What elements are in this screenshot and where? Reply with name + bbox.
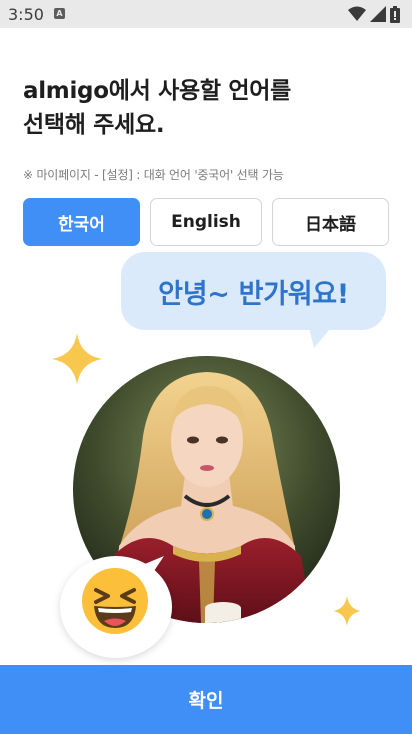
emoji-badge-tail (140, 556, 164, 580)
confirm-button[interactable]: 확인 (0, 665, 412, 734)
battery-icon (390, 6, 400, 23)
page-title: almigo에서 사용할 언어를 선택해 주세요. (23, 78, 292, 138)
language-hint: ※ 마이페이지 - [설정] : 대화 언어 '중국어' 선택 가능 (23, 168, 284, 182)
language-button-korean[interactable]: 한국어 (23, 198, 140, 246)
greeting-text: 안녕~ 반가워요! (158, 278, 349, 310)
signal-icon (370, 6, 386, 22)
sparkle-icon (52, 333, 102, 385)
language-button-english[interactable]: English (150, 198, 262, 246)
sparkle-small-icon (333, 596, 361, 626)
language-button-japanese[interactable]: 日本語 (272, 198, 389, 246)
app-notification-icon: A (54, 8, 65, 19)
status-bar: 3:50 A (0, 0, 412, 28)
greeting-bubble: 안녕~ 반가워요! (121, 252, 386, 330)
wifi-icon (348, 6, 366, 21)
status-time: 3:50 (8, 5, 44, 24)
bubble-tail (308, 324, 334, 348)
